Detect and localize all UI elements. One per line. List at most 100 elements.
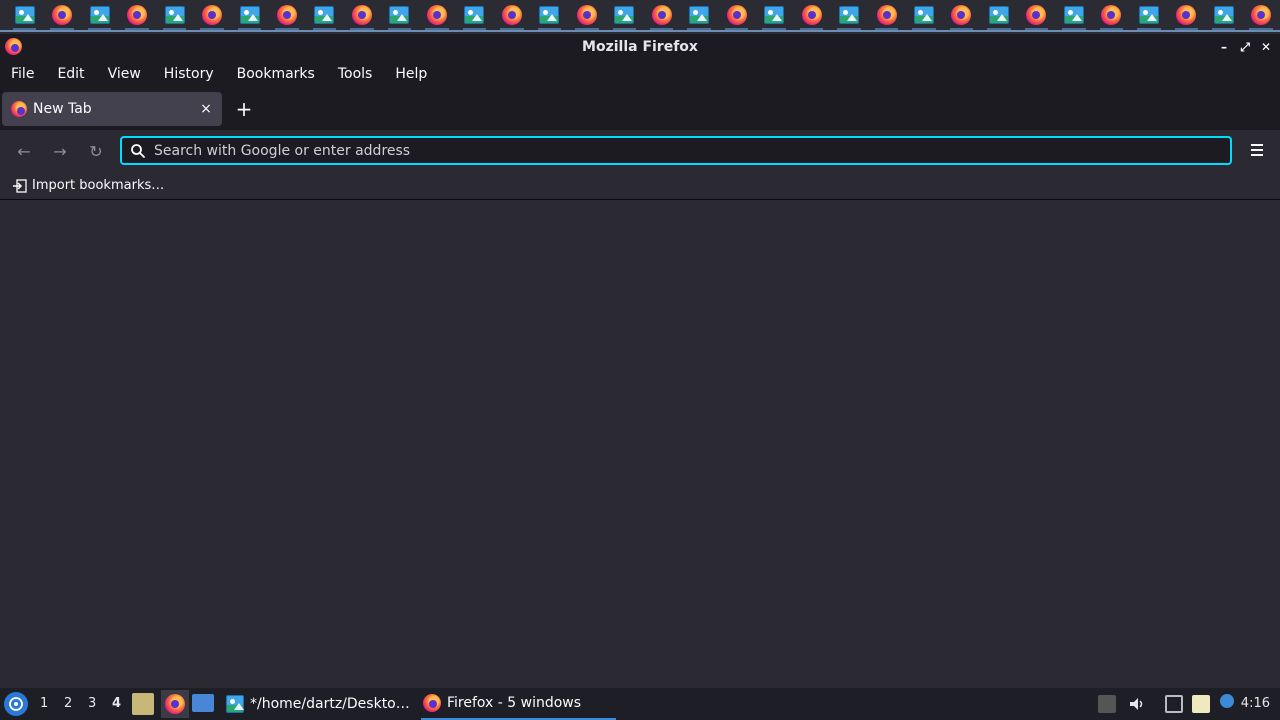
image-viewer-icon (539, 6, 560, 24)
top-panel-window-button[interactable] (43, 0, 80, 30)
top-panel-window-button[interactable] (531, 0, 568, 30)
firefox-icon (127, 5, 148, 25)
desktop-launcher-icon[interactable] (192, 694, 214, 712)
import-bookmarks-button[interactable]: Import bookmarks… (32, 178, 164, 193)
menu-tools[interactable]: Tools (338, 66, 373, 82)
notification-icon[interactable] (1220, 694, 1234, 708)
top-panel-window-button[interactable] (381, 0, 418, 30)
top-panel-window-button[interactable] (830, 0, 867, 30)
firefox-icon (501, 5, 522, 25)
top-panel-window-button[interactable] (1018, 0, 1055, 30)
volume-icon[interactable] (1128, 695, 1146, 713)
top-panel-window-button[interactable] (680, 0, 717, 30)
maximize-button[interactable]: ⤢ (1239, 40, 1251, 54)
image-viewer-icon (226, 695, 244, 713)
menu-bookmarks[interactable]: Bookmarks (237, 66, 315, 82)
menu-bar: File Edit View History Bookmarks Tools H… (0, 60, 1280, 88)
top-panel-window-button[interactable] (6, 0, 43, 30)
firefox-icon (423, 694, 441, 712)
firefox-icon (1251, 5, 1272, 25)
top-panel-window-button[interactable] (568, 0, 605, 30)
page-content-area[interactable] (0, 200, 1280, 688)
menu-edit[interactable]: Edit (57, 66, 84, 82)
image-viewer-icon (839, 6, 860, 24)
top-panel-window-button[interactable] (980, 0, 1017, 30)
image-viewer-icon (913, 6, 934, 24)
menu-help[interactable]: Help (395, 66, 427, 82)
new-tab-button[interactable]: + (232, 97, 256, 121)
firefox-icon (801, 5, 822, 25)
import-icon (13, 178, 27, 193)
taskbar-task-image-viewer[interactable]: */home/dartz/Deskto… (224, 688, 416, 720)
top-panel-window-button[interactable] (418, 0, 455, 30)
menu-file[interactable]: File (11, 66, 34, 82)
firefox-icon (351, 5, 372, 25)
top-panel-window-button[interactable] (1130, 0, 1167, 30)
top-panel-window-button[interactable] (1205, 0, 1242, 30)
clipboard-icon[interactable] (1192, 695, 1210, 713)
image-viewer-icon (464, 6, 485, 24)
menu-history[interactable]: History (164, 66, 214, 82)
forward-button[interactable]: → (48, 139, 72, 163)
firefox-icon (651, 5, 672, 25)
top-panel-window-button[interactable] (1168, 0, 1205, 30)
top-panel-window-button[interactable] (193, 0, 230, 30)
task-label: */home/dartz/Deskto… (250, 696, 410, 712)
clock[interactable]: 4:16 (1241, 696, 1270, 711)
top-panel-window-button[interactable] (456, 0, 493, 30)
minimize-button[interactable]: – (1218, 40, 1230, 54)
url-input[interactable] (154, 142, 1204, 159)
network-icon[interactable] (1165, 695, 1183, 713)
tab-new-tab[interactable]: New Tab × (2, 92, 222, 126)
top-panel-window-button[interactable] (1055, 0, 1092, 30)
top-panel-window-button[interactable] (343, 0, 380, 30)
workspace-1[interactable]: 1 (40, 696, 48, 711)
start-menu-button[interactable] (4, 692, 28, 716)
reload-button[interactable]: ↻ (84, 139, 108, 163)
bookmarks-toolbar: Import bookmarks… (0, 172, 1280, 200)
top-panel-window-button[interactable] (718, 0, 755, 30)
top-panel-window-button[interactable] (643, 0, 680, 30)
workspace-2[interactable]: 2 (64, 696, 72, 711)
top-panel-window-button[interactable] (943, 0, 980, 30)
workspace-3[interactable]: 3 (88, 696, 96, 711)
image-viewer-icon (389, 6, 410, 24)
top-window-list-panel (0, 0, 1280, 32)
top-panel-window-button[interactable] (306, 0, 343, 30)
top-panel-window-button[interactable] (1093, 0, 1130, 30)
firefox-icon (576, 5, 597, 25)
top-panel-window-button[interactable] (793, 0, 830, 30)
close-window-button[interactable]: ✕ (1260, 40, 1272, 54)
top-panel-window-button[interactable] (156, 0, 193, 30)
url-bar[interactable] (120, 136, 1232, 165)
image-viewer-icon (14, 6, 35, 24)
menu-view[interactable]: View (108, 66, 141, 82)
firefox-icon (165, 694, 185, 714)
top-panel-window-button[interactable] (1242, 0, 1279, 30)
window-titlebar: Mozilla Firefox – ⤢ ✕ (0, 34, 1280, 60)
hamburger-menu-icon[interactable] (1248, 141, 1266, 159)
firefox-icon (11, 101, 27, 117)
top-panel-window-button[interactable] (268, 0, 305, 30)
top-panel-window-button[interactable] (118, 0, 155, 30)
firefox-launcher[interactable] (161, 690, 189, 718)
image-viewer-icon (1213, 6, 1234, 24)
workspace-4[interactable]: 4 (112, 696, 121, 711)
image-viewer-icon (239, 6, 260, 24)
image-viewer-icon (689, 6, 710, 24)
top-panel-window-button[interactable] (905, 0, 942, 30)
top-panel-window-button[interactable] (231, 0, 268, 30)
firefox-icon (277, 5, 298, 25)
top-panel-window-button[interactable] (606, 0, 643, 30)
eject-icon[interactable] (1098, 695, 1116, 713)
top-panel-window-button[interactable] (755, 0, 792, 30)
taskbar: 1 2 3 4 */home/dartz/Deskto… Firefox - 5… (0, 688, 1280, 720)
top-panel-window-button[interactable] (493, 0, 530, 30)
back-button[interactable]: ← (12, 139, 36, 163)
file-manager-launcher-icon[interactable] (132, 693, 154, 715)
image-viewer-icon (164, 6, 185, 24)
taskbar-task-firefox[interactable]: Firefox - 5 windows (421, 688, 616, 720)
top-panel-window-button[interactable] (81, 0, 118, 30)
tab-close-icon[interactable]: × (198, 101, 214, 117)
top-panel-window-button[interactable] (868, 0, 905, 30)
